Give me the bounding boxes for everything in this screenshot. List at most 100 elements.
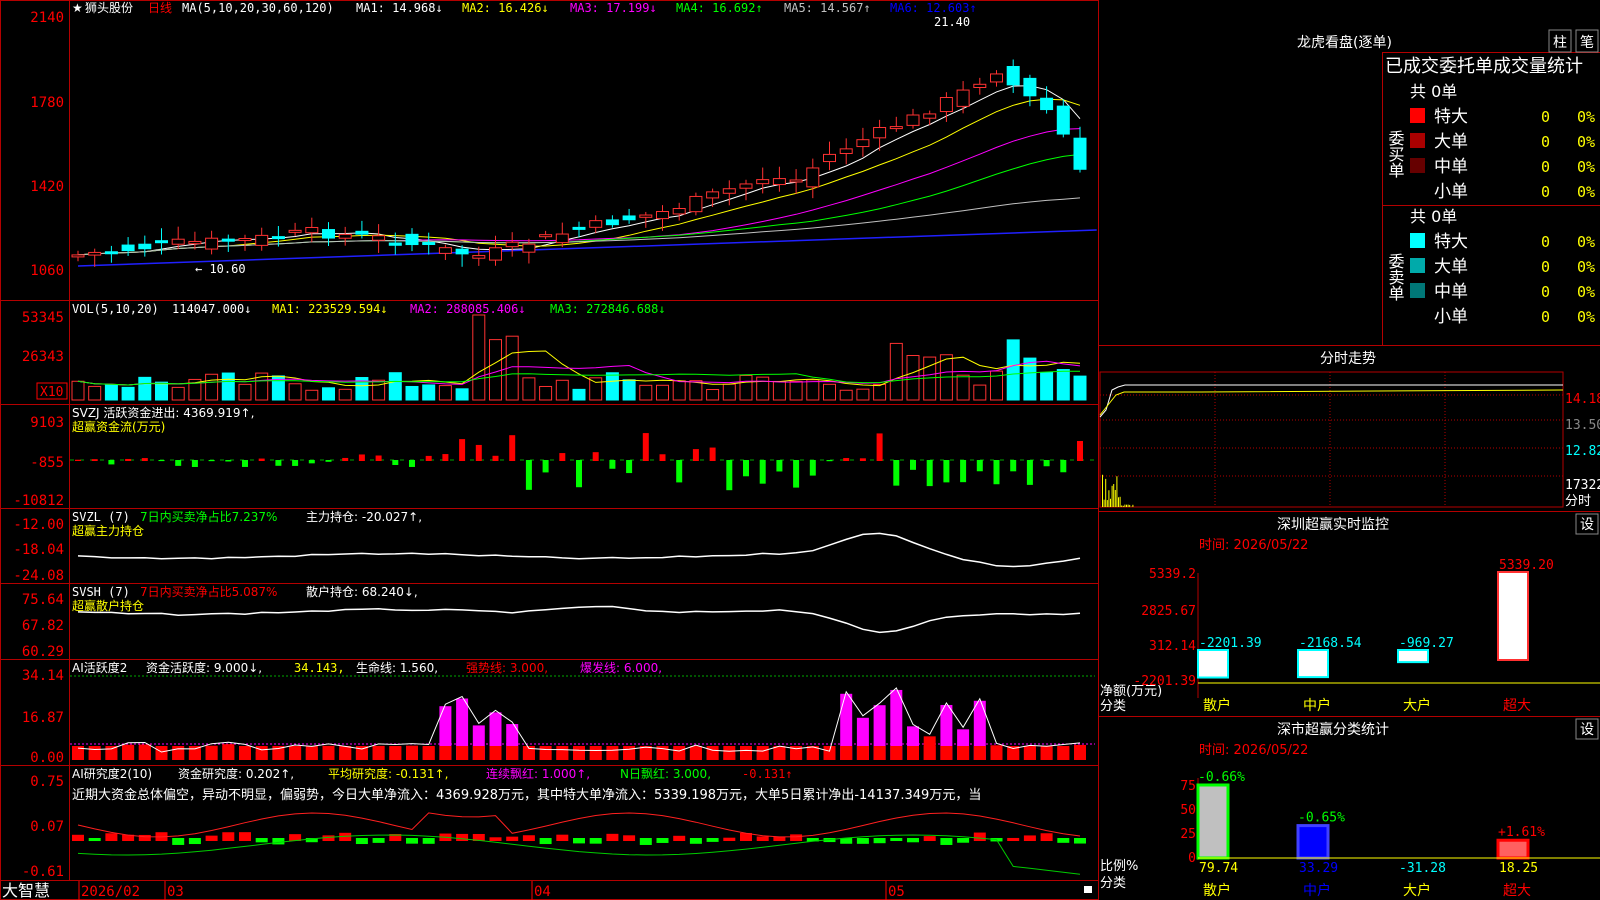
sz-class-xlabel: 分类 [1100,876,1126,891]
volume-bar [722,383,736,401]
svzl-tick: -24.08 [13,568,64,584]
sz-class-value-label: 79.74 [1199,861,1238,876]
intraday-vol-bar [1126,504,1127,507]
svzj-bar [893,460,900,486]
date-axis: 大智慧 2026/02 03 04 05 [2,881,1092,900]
longhu-panel: 龙虎看盘(逐单) 柱 笔 已成交委托单成交量统计 委买单 委卖单 共 0单 共 … [1297,29,1599,327]
candle-up [555,233,569,244]
activity-base-bar [122,746,135,760]
sell-side-label: 委卖单 [1386,253,1405,301]
candle-up [806,167,820,188]
period-label[interactable]: 日线 [148,1,172,15]
svzj-tick: -855 [30,455,64,471]
research-bar [790,834,803,841]
svzj-bar [876,433,883,461]
research-bar [957,838,970,843]
intraday-vol-bar [1118,497,1119,507]
activity-base-bar [472,746,485,760]
intraday-vol-bar [1132,504,1134,507]
research-bar [372,838,385,843]
research-bar [456,833,469,841]
candle-down [605,219,619,226]
ai-research-title: AI研究度2(10) [72,766,152,781]
ai-active-t3: 生命线: 1.560, [356,660,438,675]
svzj-bar [910,460,916,470]
volume-bar [1023,357,1037,401]
price-tick: 1060 [30,263,64,279]
sz-monitor-bars: -2201.39 散户 -2168.54 中户 -969.27 大户 5339.20 超大 [1197,558,1600,714]
vol-tick: 26343 [22,349,64,365]
intraday-vol-bar [1127,504,1129,507]
svzj-bar [459,439,466,461]
svzj-bar [1026,460,1033,485]
svzj-bar [108,460,115,465]
date-label: 03 [167,884,184,900]
intraday-vol-bar [1111,485,1113,507]
candle-down [121,244,135,252]
buy-row-pct: 0% [1577,108,1595,126]
candle-up [856,139,870,148]
sell-row-pct: 0% [1577,233,1595,251]
research-bar [105,833,118,841]
sz-class-category-label: 超大 [1503,883,1531,899]
svzj-bar [91,459,98,461]
activity-base-bar [606,746,619,760]
sz-class-bars: 79.74 -0.66% 散户 33.29 -0.65% 中户 -31.28 大户 18.25 +… [1196,770,1600,899]
sz-monitor-tick: 312.14 [1149,639,1196,654]
research-bar [255,838,268,843]
volume-bar [973,384,987,401]
ma-params: MA(5,10,20,30,60,120) [182,1,334,15]
sell-row-count: 0 [1541,258,1550,276]
volume-bar [221,372,235,401]
volume-bar [856,388,870,401]
ma5-value: MA5: 14.567↑ [784,1,871,15]
svsh-tick: 60.29 [22,644,64,660]
volume-bar [639,384,653,401]
svzj-bar [759,460,766,484]
candle-up [71,254,85,258]
activity-base-bar [372,746,385,760]
svzj-bar [392,460,399,465]
vol-tick: 53345 [22,310,64,326]
sz-class-panel: 深市超赢分类统计 设 时间: 2026/05/22 75 50 25 0 比例%… [1100,718,1600,899]
price-chart[interactable] [71,59,1097,267]
volume-bar [405,385,419,401]
svzj-bar [509,435,516,461]
candle-down [155,240,168,244]
candle-up [338,233,352,239]
volume-bar [489,339,502,401]
candle-up [205,237,219,250]
volume-bar [689,380,703,401]
svzj-bar [292,460,299,466]
sz-monitor-ylabel: 净额(万元) [1100,684,1162,699]
svzj-bar [960,460,967,483]
svzj-bar [475,444,482,461]
intraday-tick: 12.82 [1565,444,1600,459]
volume-bar [706,389,720,401]
low-price-label: ← 10.60 [195,262,246,276]
volume-bar [873,383,887,401]
candle-up [472,255,486,259]
svzj-bar [191,460,198,467]
svzj-bar [576,460,582,488]
activity-base-bar [923,746,936,760]
stock-name[interactable]: 狮头股份 [85,1,133,15]
price-y-axis: 2140 1780 1420 1060 [30,10,64,279]
candle-up [789,179,803,183]
lock-icon[interactable] [1084,886,1092,893]
svzj-bar [809,460,816,476]
volume-bar [956,374,970,401]
activity-base-bar [756,746,769,760]
ma3-value: MA3: 17.199↓ [570,1,657,15]
longhu-header: 已成交委托单成交量统计 [1385,56,1583,77]
svzj-bar [225,460,232,462]
svzj-bar [626,460,633,474]
svzj-bar [342,457,349,461]
svzj-bar [375,455,382,461]
ai-research-header: AI研究度2(10) 资金研究度: 0.202↑, 平均研究度: -0.131↑… [72,766,981,803]
vol-ma2: MA2: 288085.406↓ [410,302,526,316]
sz-class-change-label: -0.65% [1298,811,1345,826]
svzj-bar [409,460,415,467]
activity-base-bar [406,746,418,760]
candle-down [271,236,285,240]
